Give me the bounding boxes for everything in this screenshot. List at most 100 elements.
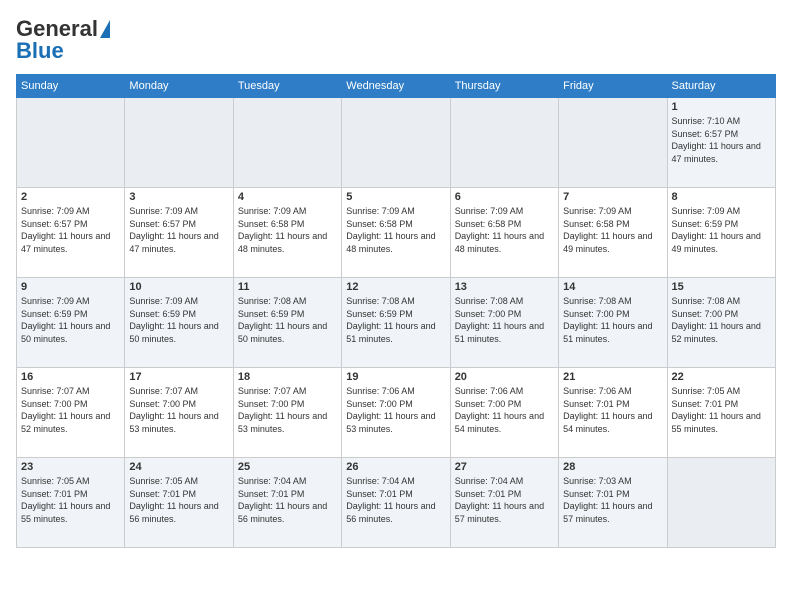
calendar-cell: 14 Sunrise: 7:08 AMSunset: 7:00 PMDayligh… <box>559 278 667 368</box>
calendar-cell: 8 Sunrise: 7:09 AMSunset: 6:59 PMDaylight… <box>667 188 775 278</box>
weekday-header-tuesday: Tuesday <box>233 75 341 98</box>
day-number: 10 <box>129 281 228 293</box>
day-info: Sunrise: 7:05 AMSunset: 7:01 PMDaylight:… <box>21 475 120 525</box>
calendar-cell: 18 Sunrise: 7:07 AMSunset: 7:00 PMDayligh… <box>233 368 341 458</box>
weekday-header-thursday: Thursday <box>450 75 558 98</box>
day-info: Sunrise: 7:09 AMSunset: 6:58 PMDaylight:… <box>346 205 445 255</box>
day-info: Sunrise: 7:08 AMSunset: 7:00 PMDaylight:… <box>455 295 554 345</box>
weekday-header-sunday: Sunday <box>17 75 125 98</box>
calendar-cell: 15Sunrise: 7:08 AMSunset: 7:00 PMDayligh… <box>667 278 775 368</box>
day-info: Sunrise: 7:08 AMSunset: 6:59 PMDaylight:… <box>346 295 445 345</box>
calendar-cell: 23 Sunrise: 7:05 AMSunset: 7:01 PMDayligh… <box>17 458 125 548</box>
day-info: Sunrise: 7:08 AMSunset: 6:59 PMDaylight:… <box>238 295 337 345</box>
weekday-header-monday: Monday <box>125 75 233 98</box>
day-info: Sunrise: 7:04 AMSunset: 7:01 PMDaylight:… <box>346 475 445 525</box>
day-info: Sunrise: 7:07 AMSunset: 7:00 PMDaylight:… <box>21 385 120 435</box>
calendar-cell <box>559 98 667 188</box>
day-info: Sunrise: 7:05 AMSunset: 7:01 PMDaylight:… <box>672 385 771 435</box>
day-info: Sunrise: 7:08 AMSunset: 7:00 PMDaylight:… <box>563 295 662 345</box>
weekday-header-friday: Friday <box>559 75 667 98</box>
logo: General Blue <box>16 16 110 64</box>
calendar-cell <box>17 98 125 188</box>
day-number: 23 <box>21 461 120 473</box>
day-info: Sunrise: 7:09 AMSunset: 6:59 PMDaylight:… <box>672 205 771 255</box>
calendar-cell: 2 Sunrise: 7:09 AMSunset: 6:57 PMDaylight… <box>17 188 125 278</box>
page: General Blue SundayMondayTuesdayWednesda… <box>0 0 792 612</box>
logo-blue: Blue <box>16 38 64 64</box>
day-info: Sunrise: 7:07 AMSunset: 7:00 PMDaylight:… <box>238 385 337 435</box>
calendar-cell: 13 Sunrise: 7:08 AMSunset: 7:00 PMDayligh… <box>450 278 558 368</box>
calendar-cell: 25 Sunrise: 7:04 AMSunset: 7:01 PMDayligh… <box>233 458 341 548</box>
calendar-cell <box>342 98 450 188</box>
day-info: Sunrise: 7:04 AMSunset: 7:01 PMDaylight:… <box>238 475 337 525</box>
calendar-cell: 20 Sunrise: 7:06 AMSunset: 7:00 PMDayligh… <box>450 368 558 458</box>
day-number: 3 <box>129 191 228 203</box>
calendar-cell: 16 Sunrise: 7:07 AMSunset: 7:00 PMDayligh… <box>17 368 125 458</box>
weekday-header-row: SundayMondayTuesdayWednesdayThursdayFrid… <box>17 75 776 98</box>
day-number: 5 <box>346 191 445 203</box>
day-number: 11 <box>238 281 337 293</box>
day-number: 13 <box>455 281 554 293</box>
day-info: Sunrise: 7:09 AMSunset: 6:59 PMDaylight:… <box>21 295 120 345</box>
calendar-week-row: 1 Sunrise: 7:10 AMSunset: 6:57 PMDaylight… <box>17 98 776 188</box>
day-info: Sunrise: 7:09 AMSunset: 6:57 PMDaylight:… <box>129 205 228 255</box>
calendar-cell <box>125 98 233 188</box>
day-number: 21 <box>563 371 662 383</box>
day-number: 25 <box>238 461 337 473</box>
calendar-cell: 3 Sunrise: 7:09 AMSunset: 6:57 PMDaylight… <box>125 188 233 278</box>
calendar-cell: 27 Sunrise: 7:04 AMSunset: 7:01 PMDayligh… <box>450 458 558 548</box>
day-info: Sunrise: 7:05 AMSunset: 7:01 PMDaylight:… <box>129 475 228 525</box>
day-info: Sunrise: 7:09 AMSunset: 6:57 PMDaylight:… <box>21 205 120 255</box>
calendar-cell: 10 Sunrise: 7:09 AMSunset: 6:59 PMDayligh… <box>125 278 233 368</box>
calendar-cell <box>233 98 341 188</box>
calendar-table: SundayMondayTuesdayWednesdayThursdayFrid… <box>16 74 776 548</box>
calendar-cell: 24Sunrise: 7:05 AMSunset: 7:01 PMDayligh… <box>125 458 233 548</box>
day-info: Sunrise: 7:04 AMSunset: 7:01 PMDaylight:… <box>455 475 554 525</box>
day-info: Sunrise: 7:07 AMSunset: 7:00 PMDaylight:… <box>129 385 228 435</box>
day-info: Sunrise: 7:06 AMSunset: 7:00 PMDaylight:… <box>455 385 554 435</box>
day-info: Sunrise: 7:06 AMSunset: 7:01 PMDaylight:… <box>563 385 662 435</box>
day-number: 8 <box>672 191 771 203</box>
day-number: 20 <box>455 371 554 383</box>
day-number: 14 <box>563 281 662 293</box>
day-info: Sunrise: 7:09 AMSunset: 6:58 PMDaylight:… <box>455 205 554 255</box>
day-number: 22 <box>672 371 771 383</box>
day-number: 27 <box>455 461 554 473</box>
calendar-cell: 28 Sunrise: 7:03 AMSunset: 7:01 PMDayligh… <box>559 458 667 548</box>
calendar-cell: 21 Sunrise: 7:06 AMSunset: 7:01 PMDayligh… <box>559 368 667 458</box>
calendar-cell: 6 Sunrise: 7:09 AMSunset: 6:58 PMDaylight… <box>450 188 558 278</box>
day-info: Sunrise: 7:09 AMSunset: 6:59 PMDaylight:… <box>129 295 228 345</box>
day-number: 28 <box>563 461 662 473</box>
calendar-cell: 19Sunrise: 7:06 AMSunset: 7:00 PMDayligh… <box>342 368 450 458</box>
day-number: 2 <box>21 191 120 203</box>
day-number: 7 <box>563 191 662 203</box>
calendar-cell: 9 Sunrise: 7:09 AMSunset: 6:59 PMDaylight… <box>17 278 125 368</box>
weekday-header-saturday: Saturday <box>667 75 775 98</box>
day-info: Sunrise: 7:10 AMSunset: 6:57 PMDaylight:… <box>672 115 771 165</box>
calendar-week-row: 2 Sunrise: 7:09 AMSunset: 6:57 PMDaylight… <box>17 188 776 278</box>
calendar-cell: 1 Sunrise: 7:10 AMSunset: 6:57 PMDaylight… <box>667 98 775 188</box>
calendar-cell: 7Sunrise: 7:09 AMSunset: 6:58 PMDaylight… <box>559 188 667 278</box>
day-number: 15 <box>672 281 771 293</box>
logo-triangle-icon <box>100 20 110 38</box>
day-number: 1 <box>672 101 771 113</box>
calendar-cell: 12 Sunrise: 7:08 AMSunset: 6:59 PMDayligh… <box>342 278 450 368</box>
weekday-header-wednesday: Wednesday <box>342 75 450 98</box>
day-number: 16 <box>21 371 120 383</box>
day-number: 18 <box>238 371 337 383</box>
calendar-week-row: 23 Sunrise: 7:05 AMSunset: 7:01 PMDayligh… <box>17 458 776 548</box>
calendar-cell: 5 Sunrise: 7:09 AMSunset: 6:58 PMDaylight… <box>342 188 450 278</box>
header: General Blue <box>16 16 776 64</box>
day-number: 12 <box>346 281 445 293</box>
day-number: 17 <box>129 371 228 383</box>
day-number: 9 <box>21 281 120 293</box>
day-info: Sunrise: 7:06 AMSunset: 7:00 PMDaylight:… <box>346 385 445 435</box>
calendar-cell <box>667 458 775 548</box>
day-info: Sunrise: 7:03 AMSunset: 7:01 PMDaylight:… <box>563 475 662 525</box>
calendar-week-row: 9 Sunrise: 7:09 AMSunset: 6:59 PMDaylight… <box>17 278 776 368</box>
calendar-cell: 22 Sunrise: 7:05 AMSunset: 7:01 PMDayligh… <box>667 368 775 458</box>
calendar-cell <box>450 98 558 188</box>
day-number: 6 <box>455 191 554 203</box>
calendar-cell: 26Sunrise: 7:04 AMSunset: 7:01 PMDayligh… <box>342 458 450 548</box>
calendar-cell: 17 Sunrise: 7:07 AMSunset: 7:00 PMDayligh… <box>125 368 233 458</box>
